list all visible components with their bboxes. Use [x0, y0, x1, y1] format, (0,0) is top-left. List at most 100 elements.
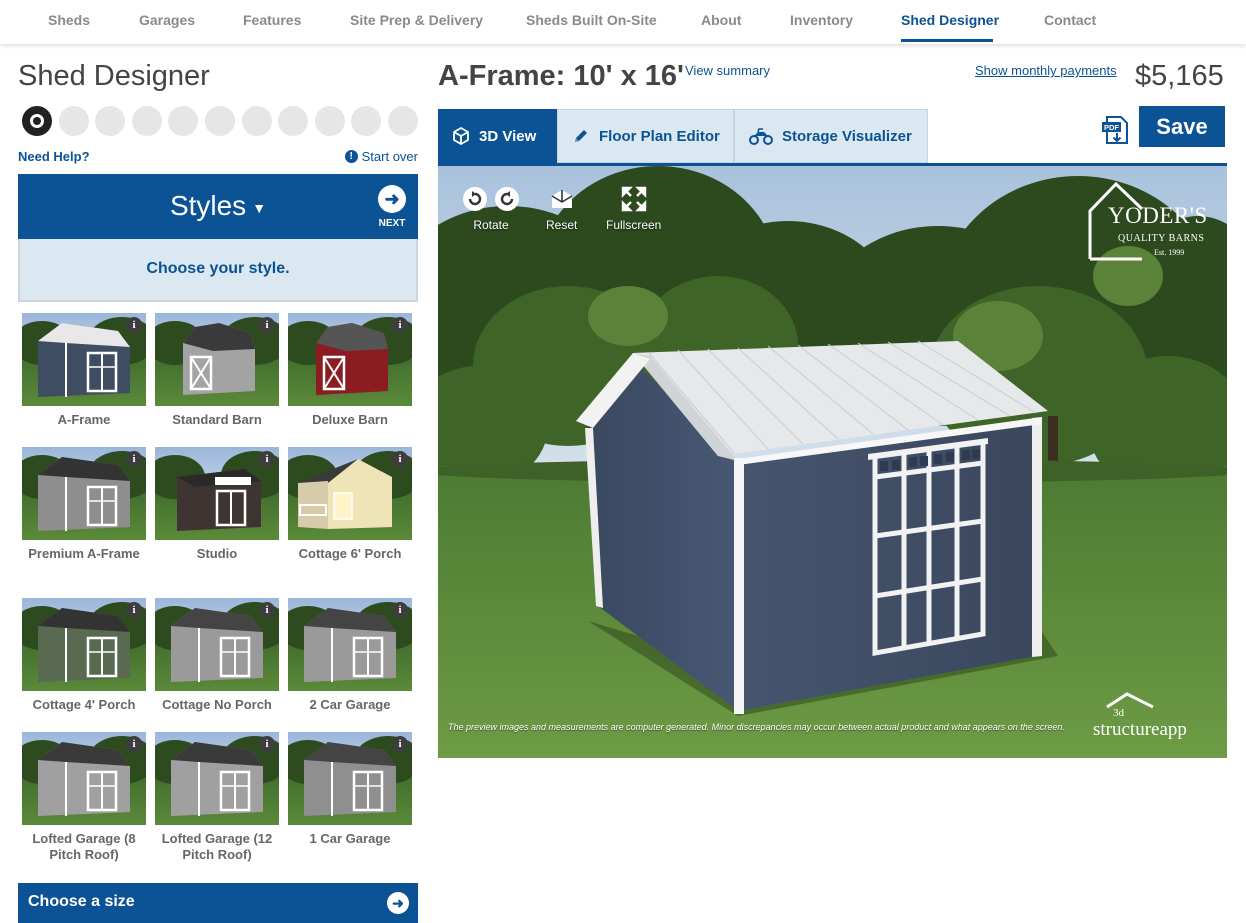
style-card[interactable]: i 2 Car Garage: [288, 598, 412, 713]
style-card[interactable]: i Standard Barn: [155, 313, 279, 428]
step-dot[interactable]: [22, 106, 52, 136]
top-nav: Sheds Garages Features Site Prep & Deliv…: [0, 0, 1246, 44]
designer-title: Shed Designer: [18, 60, 210, 92]
info-icon[interactable]: i: [392, 451, 408, 467]
brand-name: YODER'S: [1108, 203, 1208, 228]
info-icon[interactable]: i: [126, 317, 142, 333]
style-name: Standard Barn: [172, 412, 262, 427]
nav-item-about[interactable]: About: [701, 12, 741, 28]
choose-style-prompt: Choose your style.: [18, 239, 418, 302]
fullscreen-control[interactable]: Fullscreen: [606, 186, 661, 232]
step-dot[interactable]: [205, 106, 235, 136]
style-name: Lofted Garage (12 Pitch Roof): [161, 831, 273, 862]
info-icon[interactable]: i: [392, 317, 408, 333]
monthly-payments-link[interactable]: Show monthly payments: [975, 63, 1117, 78]
choose-size-bar[interactable]: Choose a size ➜: [18, 883, 418, 923]
pdf-download-icon: PDF: [1102, 116, 1128, 144]
style-name: Cottage No Porch: [162, 697, 272, 712]
style-card[interactable]: i Deluxe Barn: [288, 313, 412, 428]
fullscreen-icon: [606, 186, 661, 215]
next-label: NEXT: [378, 218, 406, 229]
style-name: A-Frame: [57, 412, 111, 427]
step-dot[interactable]: [314, 106, 345, 136]
yoders-logo: YODER'S QUALITY BARNS Est. 1999: [1084, 181, 1219, 261]
viewer-disclaimer: The preview images and measurements are …: [448, 722, 1065, 732]
need-help-link[interactable]: Need Help?: [18, 149, 90, 164]
styles-label: Styles: [169, 190, 247, 221]
style-card[interactable]: i Lofted Garage (12 Pitch Roof): [155, 732, 279, 863]
styles-step-header: Styles ▼ ➜ NEXT: [18, 174, 418, 239]
price: $5,165: [1135, 60, 1224, 92]
style-thumbnail: i: [155, 598, 279, 691]
nav-item-garages[interactable]: Garages: [139, 12, 195, 28]
brand-established: Est. 1999: [1154, 248, 1185, 257]
reset-label: Reset: [546, 218, 578, 232]
pencil-icon: [575, 130, 587, 142]
style-name: Cottage 6' Porch: [298, 546, 402, 561]
style-name: 2 Car Garage: [309, 697, 391, 712]
style-name: Studio: [196, 546, 238, 561]
pdf-download-button[interactable]: PDF: [1101, 114, 1133, 146]
tab-3d-view[interactable]: 3D View: [438, 109, 557, 163]
style-card[interactable]: i A-Frame: [22, 313, 146, 428]
tab-label: 3D View: [479, 127, 537, 145]
tab-storage-visualizer[interactable]: Storage Visualizer: [734, 109, 928, 163]
rotate-label: Rotate: [473, 218, 509, 232]
arrow-right-icon: ➜: [378, 185, 406, 213]
info-icon[interactable]: i: [392, 602, 408, 618]
structureapp-logo: 3d structureapp: [1093, 691, 1218, 741]
style-card[interactable]: i Cottage 6' Porch: [288, 447, 412, 562]
nav-item-inventory[interactable]: Inventory: [790, 12, 853, 28]
step-dot[interactable]: [351, 106, 382, 136]
style-card[interactable]: i 1 Car Garage: [288, 732, 412, 847]
save-button[interactable]: Save: [1139, 106, 1225, 147]
start-over-label: Start over: [361, 149, 418, 164]
info-icon[interactable]: i: [259, 602, 275, 618]
style-card[interactable]: i Lofted Garage (8 Pitch Roof): [22, 732, 146, 863]
style-name: Premium A-Frame: [28, 546, 140, 561]
step-dot[interactable]: [388, 106, 418, 136]
info-icon[interactable]: i: [126, 451, 142, 467]
info-icon[interactable]: i: [259, 736, 275, 752]
style-thumbnail: i: [288, 732, 412, 825]
svg-text:PDF: PDF: [1104, 123, 1119, 132]
style-card[interactable]: i Studio: [155, 447, 279, 562]
structureapp-name: structureapp: [1093, 719, 1187, 740]
info-icon[interactable]: i: [126, 602, 142, 618]
step-dot[interactable]: [168, 106, 199, 136]
style-thumbnail: i: [22, 313, 146, 406]
nav-item-built-on-site[interactable]: Sheds Built On-Site: [526, 12, 657, 28]
style-thumbnail: i: [22, 447, 146, 540]
nav-item-site-prep[interactable]: Site Prep & Delivery: [350, 12, 483, 28]
tab-label: Floor Plan Editor: [599, 127, 720, 145]
style-card[interactable]: i Cottage No Porch: [155, 598, 279, 713]
step-dot[interactable]: [278, 106, 309, 136]
3d-viewer[interactable]: Rotate Reset Fullscreen YODER'S QUALITY …: [438, 166, 1227, 758]
rotate-control[interactable]: Rotate: [462, 186, 520, 232]
nav-item-shed-designer[interactable]: Shed Designer: [901, 12, 999, 28]
style-card[interactable]: i Premium A-Frame: [22, 447, 146, 562]
nav-item-contact[interactable]: Contact: [1044, 12, 1096, 28]
start-over-link[interactable]: ! Start over: [344, 149, 418, 164]
tab-floor-plan-editor[interactable]: Floor Plan Editor: [557, 109, 734, 163]
tab-label: Storage Visualizer: [782, 127, 912, 145]
styles-dropdown[interactable]: Styles ▼: [18, 190, 418, 222]
style-name: 1 Car Garage: [309, 831, 391, 846]
nav-item-sheds[interactable]: Sheds: [48, 12, 90, 28]
info-icon[interactable]: i: [392, 736, 408, 752]
step-dot[interactable]: [58, 106, 89, 136]
style-thumbnail: i: [22, 732, 146, 825]
style-thumbnail: i: [155, 447, 279, 540]
step-dot[interactable]: [95, 106, 126, 136]
info-icon[interactable]: i: [126, 736, 142, 752]
info-icon[interactable]: i: [259, 451, 275, 467]
reset-control[interactable]: Reset: [546, 186, 577, 232]
view-summary-link[interactable]: View summary: [685, 63, 770, 78]
style-card[interactable]: i Cottage 4' Porch: [22, 598, 146, 713]
step-dot[interactable]: [241, 106, 272, 136]
info-icon[interactable]: i: [259, 317, 275, 333]
next-button[interactable]: ➜ NEXT: [376, 185, 408, 229]
step-dot[interactable]: [131, 106, 162, 136]
nav-item-features[interactable]: Features: [243, 12, 301, 28]
arrow-right-icon: ➜: [387, 892, 409, 914]
